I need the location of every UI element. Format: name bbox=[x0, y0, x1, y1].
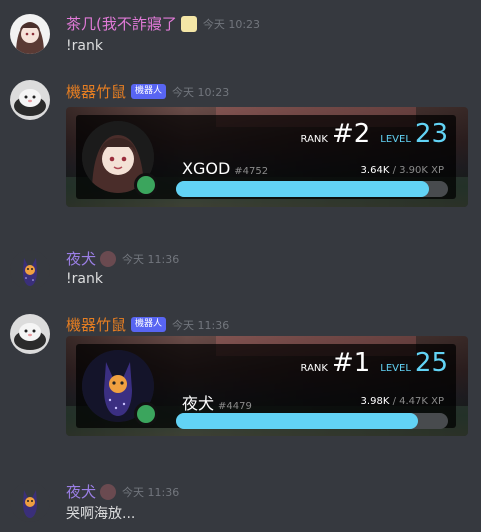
rank-card: RANK #2 LEVEL 23 XGOD #4752 3.64K / 3.90K… bbox=[66, 107, 468, 207]
level-value: 25 bbox=[414, 348, 448, 378]
rank-card: RANK #1 LEVEL 25 夜犬 #4479 3.98K / 4.47K X… bbox=[66, 336, 468, 436]
card-username-text: XGOD bbox=[182, 159, 231, 178]
xp-progress-fill bbox=[176, 181, 429, 197]
avatar[interactable] bbox=[10, 14, 50, 54]
rank-value: #1 bbox=[331, 348, 371, 378]
author-name[interactable]: 機器竹鼠 bbox=[66, 314, 126, 335]
avatar[interactable] bbox=[10, 250, 50, 290]
bot-tag: 機器人 bbox=[131, 317, 167, 332]
level-label: LEVEL bbox=[380, 134, 411, 145]
xp-progress-fill bbox=[176, 413, 419, 429]
rank-label: RANK bbox=[300, 363, 328, 374]
card-discriminator: #4752 bbox=[234, 166, 269, 177]
rank-value: #2 bbox=[331, 119, 371, 149]
xp-current: 3.98K bbox=[360, 396, 390, 407]
xp-progress-bar bbox=[176, 413, 448, 429]
avatar[interactable] bbox=[10, 314, 50, 354]
emoji-icon bbox=[100, 250, 117, 267]
timestamp: 今天 11:36 bbox=[122, 485, 180, 499]
message-text: 哭啊海放... bbox=[66, 506, 136, 522]
online-status-icon bbox=[134, 173, 158, 197]
timestamp: 今天 11:36 bbox=[122, 252, 180, 266]
timestamp: 今天 10:23 bbox=[172, 85, 230, 99]
message-text: !rank bbox=[66, 271, 103, 287]
author-name[interactable]: 機器竹鼠 bbox=[66, 81, 126, 102]
rank-info: RANK #1 LEVEL 25 bbox=[301, 348, 448, 378]
xp-readout: 3.64K / 3.90K XP bbox=[361, 165, 444, 176]
xp-total: / 3.90K XP bbox=[392, 165, 444, 176]
author-name[interactable]: 茶几(我不詐寢了 bbox=[66, 13, 177, 34]
card-discriminator: #4479 bbox=[218, 401, 252, 412]
author-name[interactable]: 夜犬 bbox=[66, 481, 96, 502]
card-username: 夜犬 #4479 bbox=[182, 390, 252, 414]
xp-current: 3.64K bbox=[360, 165, 390, 176]
emoji-icon bbox=[100, 483, 117, 500]
author-name[interactable]: 夜犬 bbox=[66, 248, 96, 269]
timestamp: 今天 10:23 bbox=[202, 17, 261, 31]
level-label: LEVEL bbox=[380, 363, 411, 374]
rank-info: RANK #2 LEVEL 23 bbox=[301, 119, 448, 149]
message-header: 夜犬 今天 11:36 bbox=[66, 248, 179, 269]
bot-tag: 機器人 bbox=[131, 84, 167, 99]
online-status-icon bbox=[134, 402, 158, 426]
message-header: 夜犬 今天 11:36 bbox=[66, 481, 179, 502]
rank-label: RANK bbox=[300, 134, 328, 145]
message-header: 茶几(我不詐寢了 今天 10:23 bbox=[66, 13, 260, 34]
card-username-text: 夜犬 bbox=[182, 394, 215, 413]
card-username: XGOD #4752 bbox=[182, 159, 268, 178]
xp-readout: 3.98K / 4.47K XP bbox=[361, 396, 444, 407]
message-text: !rank bbox=[66, 38, 103, 54]
xp-progress-bar bbox=[176, 181, 448, 197]
level-value: 23 bbox=[414, 119, 448, 149]
avatar[interactable] bbox=[10, 80, 50, 120]
message-header: 機器竹鼠 機器人 今天 11:36 bbox=[66, 314, 229, 335]
emoji-icon bbox=[180, 15, 197, 32]
xp-total: / 4.47K XP bbox=[392, 396, 444, 407]
timestamp: 今天 11:36 bbox=[172, 318, 230, 332]
avatar[interactable] bbox=[10, 482, 50, 522]
message-header: 機器竹鼠 機器人 今天 10:23 bbox=[66, 81, 229, 102]
